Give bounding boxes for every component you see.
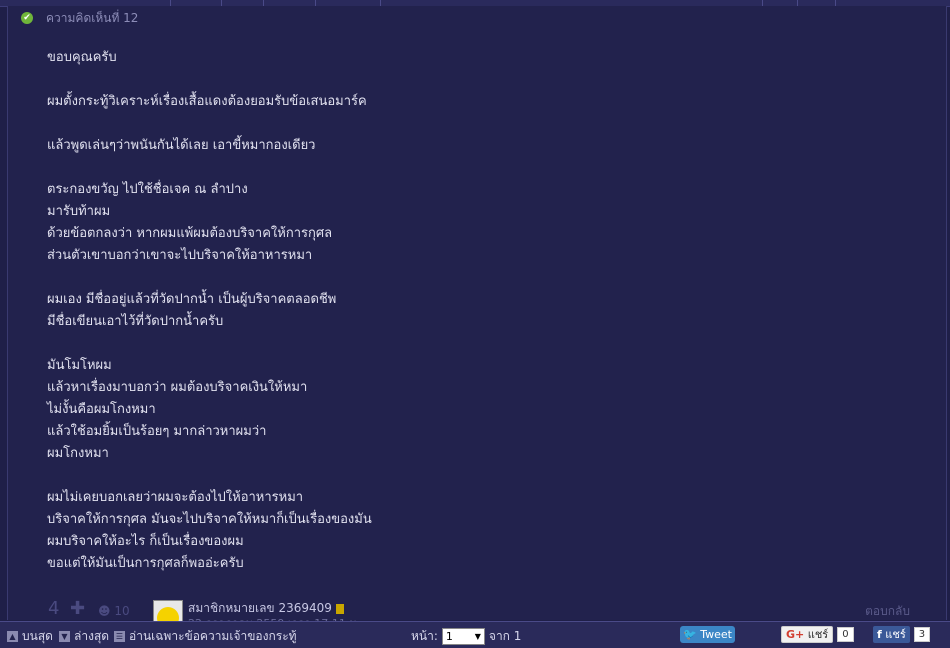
facebook-icon: f bbox=[877, 628, 882, 641]
comment-number: ความคิดเห็นที่ 12 bbox=[46, 10, 139, 25]
comment-line: ผมตั้งกระทู้วิเคราะห์เรื่องเสื้อแดงต้องย… bbox=[47, 94, 367, 109]
arrow-down-icon: ▼ bbox=[59, 631, 70, 642]
facebook-share[interactable]: f แชร์ 3 bbox=[873, 626, 931, 643]
comment-line: ผมบริจาคให้อะไร ก็เป็นเรื่องของผม bbox=[47, 534, 244, 549]
owner-only-button[interactable]: ☰ อ่านเฉพาะข้อความเจ้าของกระทู้ bbox=[114, 627, 297, 646]
pagination: หน้า: 1 ▼ จาก 1 bbox=[411, 628, 522, 645]
arrow-up-icon: ▲ bbox=[7, 631, 18, 642]
user-icon: ☰ bbox=[114, 631, 125, 642]
tweet-button[interactable]: 🐦 Tweet bbox=[680, 626, 735, 643]
twitter-icon: 🐦 bbox=[683, 628, 697, 641]
gplus-share-button[interactable]: G+ แชร์ bbox=[781, 626, 834, 643]
reply-button[interactable]: ตอบกลับ bbox=[865, 602, 910, 621]
gplus-count: 0 bbox=[837, 627, 854, 642]
gplus-share[interactable]: G+ แชร์ 0 bbox=[781, 626, 854, 643]
comment-line: ผมเอง มีชื่ออยู่แล้วที่วัดปากน้ำ เป็นผู้… bbox=[47, 292, 337, 307]
comment-line: มันโมโหผม bbox=[47, 358, 112, 373]
scroll-top-button[interactable]: ▲ บนสุด bbox=[7, 627, 53, 646]
comment-line: ผมโกงหมา bbox=[47, 446, 109, 461]
page-select[interactable]: 1 ▼ bbox=[441, 628, 485, 645]
comment-line: ขอแต่ให้มันเป็นการกุศลก็พออ่ะครับ bbox=[47, 556, 244, 571]
comment-line: ด้วยข้อตกลงว่า หากผมแพ้ผมต้องบริจาคให้กา… bbox=[47, 226, 333, 241]
scroll-bottom-button[interactable]: ▼ ล่างสุด bbox=[59, 627, 109, 646]
vote-count: 4 bbox=[48, 598, 60, 619]
comment-line: ตระกองขวัญ ไปใช้ชื่อเจค ณ ลำปาง bbox=[47, 182, 248, 197]
comment-line: ขอบคุณครับ bbox=[47, 50, 117, 65]
comment-body: ขอบคุณครับผมตั้งกระทู้วิเคราะห์เรื่องเสื… bbox=[47, 47, 907, 575]
comment-line: ส่วนตัวเขาบอกว่าเขาจะไปบริจาคให้อาหารหมา bbox=[47, 248, 313, 263]
comment-line: ไม่งั้นคือผมโกงหมา bbox=[47, 402, 156, 417]
comment-line: ผมไม่เคยบอกเลยว่าผมจะต้องไปให้อาหารหมา bbox=[47, 490, 304, 505]
comment-footer: 4 ✚ ☻ 10 สมาชิกหมายเลข 2369409 22 กรกฎาค… bbox=[48, 598, 928, 630]
comment-line: มีชื่อเขียนเอาไว้ที่วัดปากน้ำครับ bbox=[47, 314, 224, 329]
comment-line: แล้วหาเรื่องมาบอกว่า ผมต้องบริจาคเงินให้… bbox=[47, 380, 308, 395]
comment-line: บริจาคให้การกุศล มันจะไปบริจาคให้หมาก็เป… bbox=[47, 512, 372, 527]
facebook-count: 3 bbox=[913, 627, 931, 642]
bottom-toolbar: ▲ บนสุด ▼ ล่างสุด ☰ อ่านเฉพาะข้อความเจ้า… bbox=[0, 621, 950, 648]
comment-line: แล้วใช้อมยิ้มเป็นร้อยๆ มากล่าวหาผมว่า bbox=[47, 424, 267, 439]
comment-line: มารับท้าผม bbox=[47, 204, 111, 219]
chevron-down-icon: ▼ bbox=[474, 632, 481, 641]
badge-icon bbox=[335, 603, 344, 614]
plus-icon[interactable]: ✚ bbox=[70, 600, 88, 618]
gplus-icon: G+ bbox=[786, 628, 805, 641]
checkmark-icon: ✔ bbox=[21, 12, 33, 24]
comment-header: ✔ ความคิดเห็นที่ 12 bbox=[21, 10, 138, 26]
emotion-count[interactable]: ☻ 10 bbox=[98, 604, 130, 618]
comment-panel: ✔ ความคิดเห็นที่ 12 ขอบคุณครับผมตั้งกระท… bbox=[7, 6, 947, 630]
comment-line: แล้วพูดเล่นๆว่าพนันกันได้เลย เอาขี้หมากอ… bbox=[47, 138, 316, 153]
facebook-share-button[interactable]: f แชร์ bbox=[873, 626, 910, 643]
